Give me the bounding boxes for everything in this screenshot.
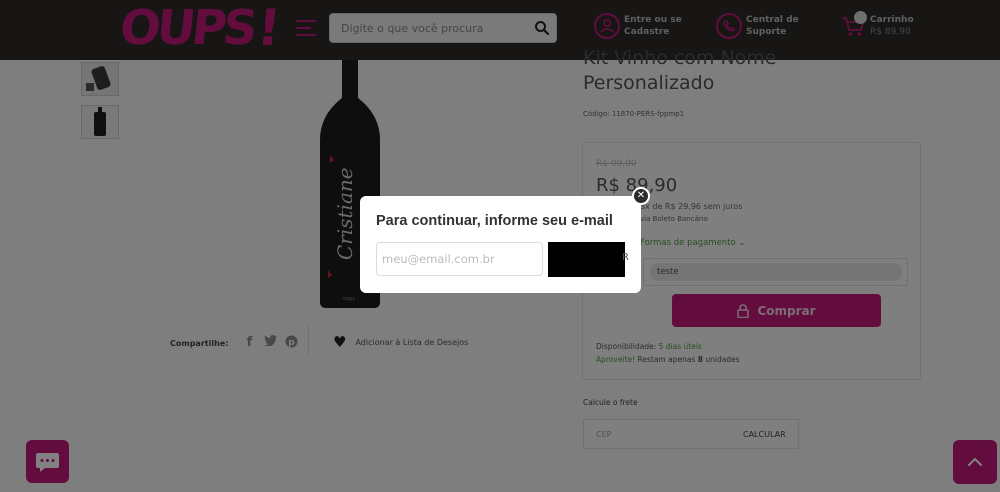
email-field[interactable] bbox=[376, 242, 543, 276]
email-modal: Para continuar, informe seu e-mail bbox=[360, 196, 641, 293]
close-icon[interactable]: ✕ bbox=[632, 187, 650, 205]
partial-label: R bbox=[622, 252, 629, 263]
modal-title: Para continuar, informe seu e-mail bbox=[376, 213, 613, 229]
submit-email-button[interactable] bbox=[548, 242, 625, 277]
